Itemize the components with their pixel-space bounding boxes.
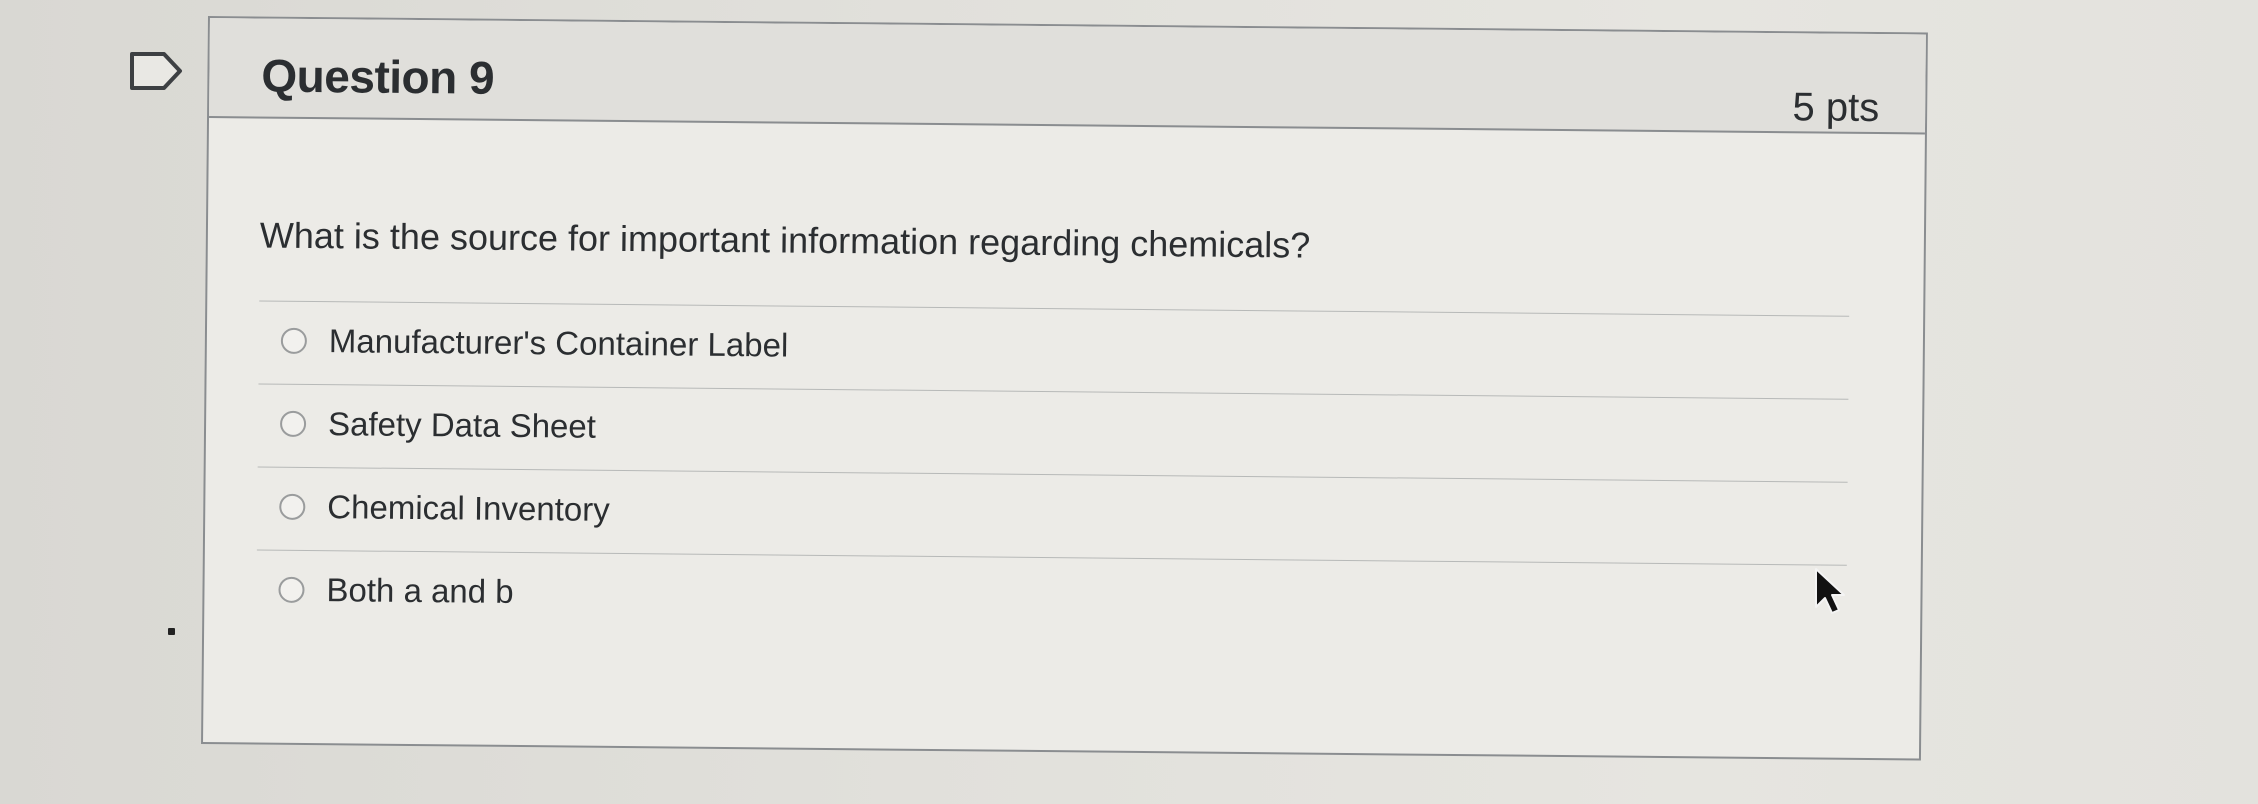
answer-option[interactable]: Chemical Inventory [256,466,1848,565]
radio-button-icon[interactable] [280,327,308,354]
answer-option[interactable]: Safety Data Sheet [257,383,1849,482]
answer-label[interactable]: Chemical Inventory [327,488,610,529]
answer-list: Manufacturer's Container Label Safety Da… [256,300,1850,648]
answer-option[interactable]: Manufacturer's Container Label [258,300,1850,399]
flag-outline-icon[interactable] [128,50,184,92]
stray-mark [168,628,175,635]
quiz-page: Question 9 5 pts What is the source for … [0,0,2258,804]
answer-label[interactable]: Manufacturer's Container Label [329,322,789,364]
question-prompt: What is the source for important informa… [259,214,1311,266]
answer-option[interactable]: Both a and b [256,549,1847,648]
radio-button-icon[interactable] [279,493,306,520]
question-points: 5 pts [1792,85,1880,131]
radio-button-icon[interactable] [279,410,307,437]
question-header: Question 9 5 pts [209,18,1926,135]
answer-label[interactable]: Both a and b [326,571,514,611]
answer-label[interactable]: Safety Data Sheet [328,405,596,446]
question-card: Question 9 5 pts What is the source for … [201,16,1928,761]
radio-button-icon[interactable] [278,576,305,603]
mouse-pointer-icon [1815,568,1845,614]
question-title: Question 9 [261,49,495,104]
